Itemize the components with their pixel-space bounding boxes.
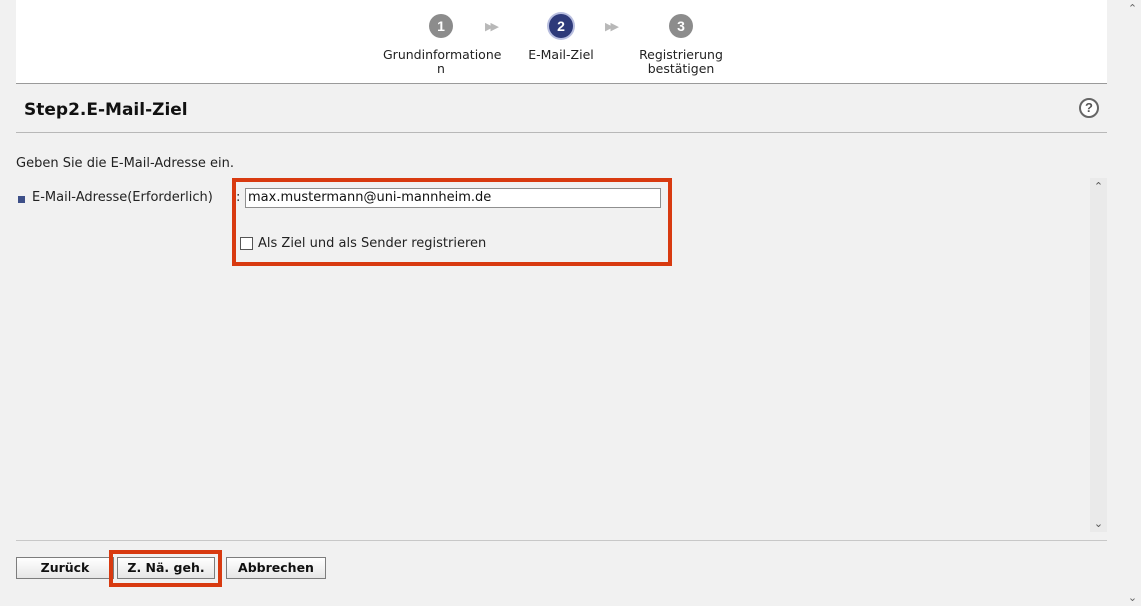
instruction-text: Geben Sie die E-Mail-Adresse ein. <box>16 156 235 171</box>
next-button[interactable]: Z. Nä. geh. <box>117 557 215 579</box>
step-1-label: Grundinformatione n <box>383 47 502 76</box>
scroll-down-icon[interactable]: ⌄ <box>1090 515 1107 532</box>
bullet-icon <box>18 196 25 203</box>
step-2: 2 E-Mail-Ziel <box>518 14 604 62</box>
back-button[interactable]: Zurück <box>16 557 114 579</box>
step-arrow-2-icon: ▶▶ <box>605 20 619 33</box>
step-1: 1 Grundinformatione n <box>383 14 502 76</box>
email-input[interactable]: max.mustermann@uni-mannheim.de <box>245 188 661 208</box>
bottom-divider <box>16 540 1107 541</box>
step-1-number: 1 <box>429 14 453 38</box>
step-2-number: 2 <box>549 14 573 38</box>
page-scroll-down-icon[interactable]: ⌄ <box>1124 591 1141 604</box>
page-scroll-up-icon[interactable]: ⌃ <box>1124 2 1141 15</box>
title-bar: Step2.E-Mail-Ziel ? <box>16 84 1107 133</box>
form-scroll-area: E-Mail-Adresse(Erforderlich) : max.muste… <box>16 178 1107 532</box>
page-scrollbar[interactable]: ⌃ ⌄ <box>1124 0 1141 606</box>
help-icon[interactable]: ? <box>1079 98 1099 118</box>
step-3: 3 Registrierung bestätigen <box>628 14 734 76</box>
step-arrow-1-icon: ▶▶ <box>485 20 499 33</box>
register-as-sender-label[interactable]: Als Ziel und als Sender registrieren <box>258 236 486 251</box>
register-as-sender-row[interactable]: Als Ziel und als Sender registrieren <box>240 236 486 251</box>
cancel-button[interactable]: Abbrechen <box>226 557 326 579</box>
page-title: Step2.E-Mail-Ziel <box>24 100 188 120</box>
step-3-label: Registrierung bestätigen <box>639 47 723 76</box>
form-scrollbar[interactable]: ⌃ ⌄ <box>1090 178 1107 532</box>
scroll-up-icon[interactable]: ⌃ <box>1090 178 1107 195</box>
step-2-label: E-Mail-Ziel <box>528 47 594 62</box>
register-as-sender-checkbox[interactable] <box>240 237 253 250</box>
email-label: E-Mail-Adresse(Erforderlich) <box>32 190 213 205</box>
wizard-steps-panel: 1 Grundinformatione n ▶▶ 2 E-Mail-Ziel ▶… <box>16 0 1107 84</box>
step-3-number: 3 <box>669 14 693 38</box>
